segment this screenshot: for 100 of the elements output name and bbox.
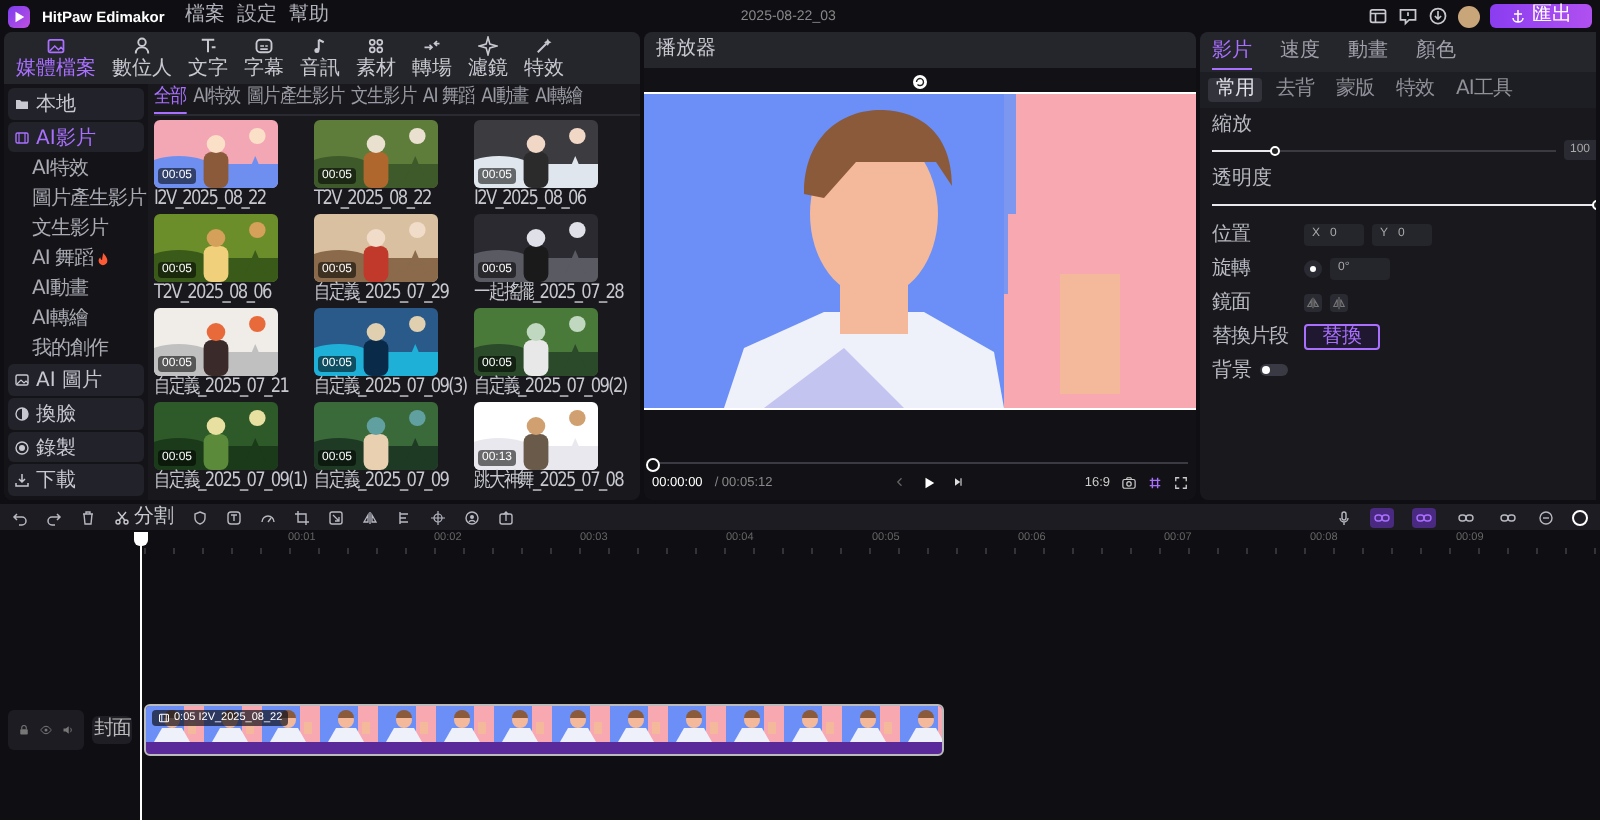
film-icon [14, 129, 30, 145]
undo-icon[interactable] [12, 509, 28, 525]
window-icon[interactable] [1368, 6, 1388, 26]
property-subtab[interactable]: 蒙版 [1328, 78, 1382, 102]
filter-tab[interactable]: 圖片產生影片 [247, 85, 345, 113]
menu-item[interactable]: 檔案 [184, 4, 225, 28]
text-box-icon[interactable] [226, 509, 242, 525]
square-arrow-icon[interactable] [328, 509, 344, 525]
background-toggle[interactable] [1260, 364, 1288, 376]
eye-icon[interactable] [40, 724, 52, 736]
media-tab[interactable]: 數位人 [108, 32, 176, 84]
slider-thumb[interactable] [1269, 145, 1280, 155]
sidebar-item[interactable]: 我的創作 [32, 334, 108, 363]
field-label: 透明度 [1210, 165, 1274, 192]
media-tab[interactable]: 媒體檔案 [12, 32, 100, 84]
circle-download-icon[interactable] [1428, 6, 1448, 26]
half-circle-icon [14, 405, 30, 422]
speedometer-icon[interactable] [260, 509, 276, 525]
media-tab[interactable]: 轉場 [408, 32, 456, 84]
music-note-icon [310, 36, 330, 56]
media-name: 自定義_2025_07_29 [314, 282, 449, 306]
redo-icon[interactable] [46, 509, 62, 525]
hash-grid-icon[interactable] [1148, 475, 1163, 489]
speaker-icon[interactable] [62, 724, 74, 736]
link-icon [1500, 509, 1516, 525]
media-name: 自定義_2025_07_09(2) [474, 376, 627, 400]
filter-tab[interactable]: AI轉繪 [535, 85, 583, 113]
sidebar-item[interactable]: 圖片產生影片 [32, 184, 146, 213]
property-tab[interactable]: 速度 [1280, 35, 1320, 69]
media-tab[interactable]: 素材 [352, 32, 400, 84]
link-toggle[interactable] [1370, 507, 1394, 527]
flip-button[interactable] [1330, 293, 1348, 311]
property-subtab[interactable]: 特效 [1388, 78, 1442, 102]
crosshair-icon[interactable] [430, 509, 446, 525]
crop-icon[interactable] [294, 509, 310, 525]
person-circle-icon[interactable] [464, 509, 480, 525]
grid-icon [366, 36, 386, 56]
step-forward-icon[interactable] [951, 476, 964, 488]
sidebar-item[interactable]: AI影片 [8, 121, 144, 153]
fullscreen-icon[interactable] [1174, 475, 1189, 489]
progress-handle[interactable] [646, 458, 660, 472]
filter-tab[interactable]: 文生影片 [351, 85, 416, 113]
rotation-dial[interactable] [1304, 259, 1322, 277]
split-button[interactable]: 分割 [114, 507, 174, 527]
flip-button[interactable] [1304, 293, 1322, 311]
sidebar-item[interactable]: AI 舞蹈 [32, 244, 93, 273]
link-toggle[interactable] [1412, 507, 1436, 527]
filter-tab[interactable]: 全部 [154, 85, 187, 113]
rotate-icon[interactable] [912, 74, 928, 90]
zoom-handle[interactable] [1572, 509, 1588, 525]
media-tab[interactable]: 音訊 [296, 32, 344, 84]
sidebar-item[interactable]: 下載 [8, 464, 144, 497]
property-tab[interactable]: 影片 [1212, 35, 1252, 69]
property-subtab[interactable]: AI工具 [1448, 78, 1520, 102]
chat-icon[interactable] [1398, 6, 1418, 26]
media-tab[interactable]: 字幕 [240, 32, 288, 84]
export-button[interactable]: 匯出 [1490, 4, 1592, 28]
sidebar-item[interactable]: AI 圖片 [8, 364, 144, 397]
sidebar-item[interactable]: AI特效 [32, 154, 88, 183]
arrows-icon [422, 36, 442, 56]
avatar[interactable] [1458, 5, 1480, 27]
media-tab[interactable]: 濾鏡 [464, 32, 512, 84]
media-tab[interactable]: 特效 [520, 32, 568, 84]
lock-icon[interactable] [18, 724, 30, 736]
sidebar-item[interactable]: 文生影片 [32, 214, 108, 243]
menu-item[interactable]: 設定 [236, 4, 277, 28]
media-name: 自定義_2025_07_09(1) [154, 470, 307, 494]
sidebar-item[interactable]: 本地 [8, 88, 144, 120]
property-tab[interactable]: 動畫 [1348, 35, 1388, 69]
shield-icon[interactable] [192, 509, 208, 525]
zoom-out-icon[interactable] [1538, 509, 1554, 525]
microphone-icon[interactable] [1336, 509, 1352, 525]
property-tab[interactable]: 顏色 [1416, 35, 1456, 69]
filter-tab[interactable]: AI 舞蹈 [422, 85, 475, 113]
property-subtab[interactable]: 去背 [1268, 78, 1322, 102]
mirror-icon[interactable] [362, 509, 378, 525]
menu-item[interactable]: 幫助 [288, 4, 329, 28]
image-icon [14, 372, 30, 389]
media-name: 自定義_2025_07_09 [314, 470, 449, 494]
field-label: 背景 [1212, 357, 1252, 384]
replace-button[interactable]: 替換 [1304, 323, 1380, 349]
tray-arrow-icon[interactable] [498, 509, 514, 525]
link-icon [1374, 509, 1390, 525]
filter-tab[interactable]: AI動畫 [481, 85, 529, 113]
camera-icon[interactable] [1122, 475, 1137, 489]
trash-icon[interactable] [80, 509, 96, 525]
bars-icon[interactable] [396, 509, 412, 525]
chevron-left-icon[interactable] [893, 476, 906, 488]
media-name: T2V_2025_08_22 [314, 188, 431, 212]
filter-tab[interactable]: AI特效 [193, 85, 241, 113]
sidebar-item[interactable]: 錄製 [8, 431, 144, 463]
sidebar-item[interactable]: AI轉繪 [32, 304, 88, 333]
sparkle-icon [478, 36, 498, 56]
media-tab[interactable]: 文字 [184, 32, 232, 84]
cover-button[interactable]: 封面 [92, 716, 132, 744]
sidebar-item[interactable]: AI動畫 [32, 274, 88, 303]
sidebar-item[interactable]: 換臉 [8, 398, 144, 430]
property-subtab[interactable]: 常用 [1208, 78, 1262, 102]
field-label: 旋轉 [1212, 255, 1252, 282]
play-icon[interactable] [921, 475, 936, 489]
